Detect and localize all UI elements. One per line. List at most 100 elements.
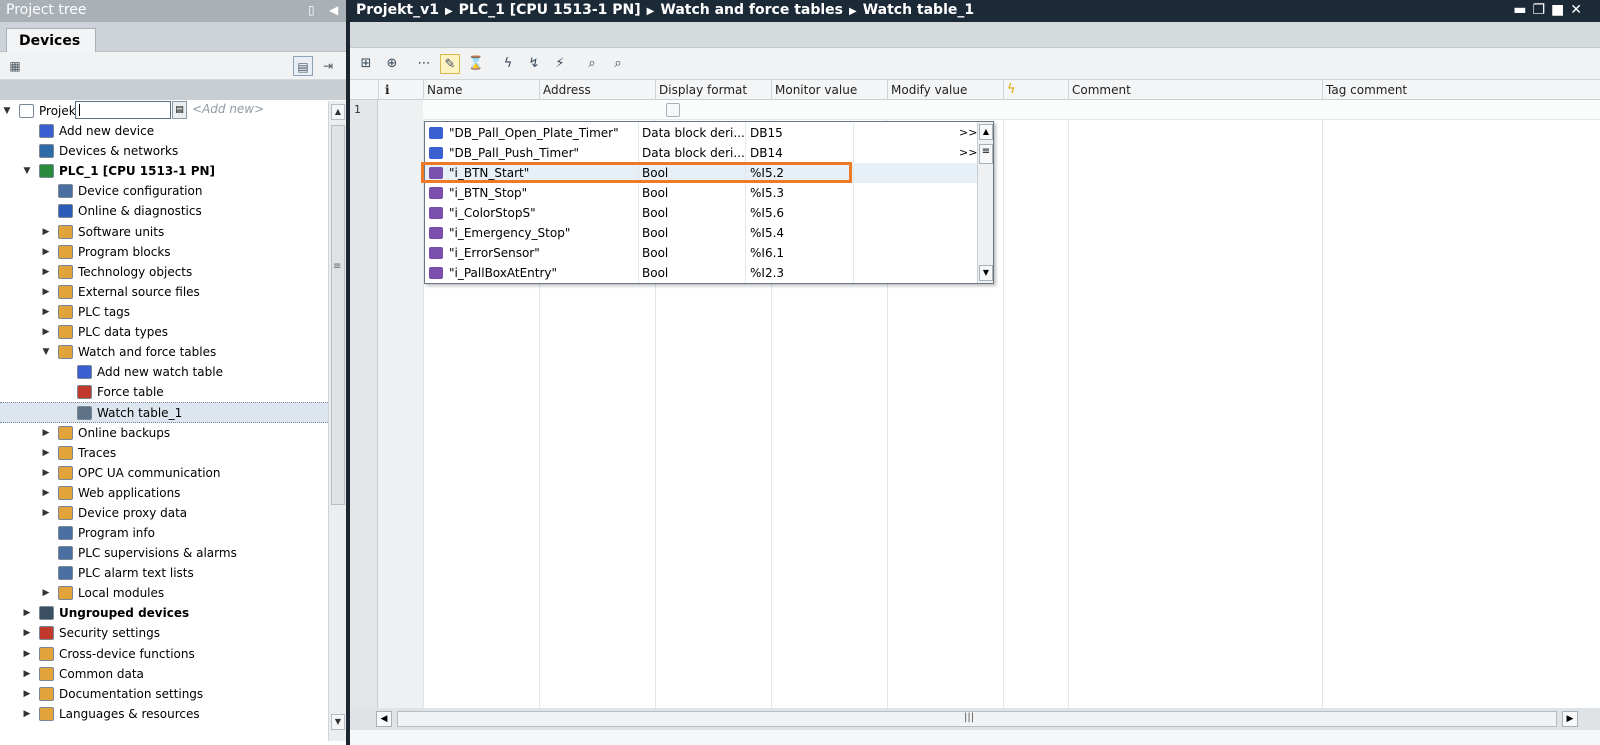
col-monitor-value[interactable]: Monitor value bbox=[771, 80, 887, 100]
force-icon[interactable]: ⚡ bbox=[550, 54, 570, 74]
tree-item[interactable]: ▶ Documentation settings bbox=[0, 684, 328, 704]
col-comment[interactable]: Comment bbox=[1068, 80, 1322, 100]
tag-list-item[interactable]: "i_Emergency_Stop" Bool %I5.4 bbox=[425, 223, 977, 243]
tree-item[interactable]: ▶ Cross-device functions bbox=[0, 644, 328, 664]
tree-item[interactable]: Add new watch table bbox=[0, 362, 328, 382]
collapsed-arrow-icon[interactable]: ▶ bbox=[41, 503, 51, 523]
minimize-icon[interactable]: ▬ bbox=[1513, 2, 1532, 18]
maximize-icon[interactable]: ■ bbox=[1551, 2, 1570, 18]
tree-item[interactable]: ▶ Device proxy data bbox=[0, 503, 328, 523]
tree-item[interactable]: ▶ Software units bbox=[0, 222, 328, 242]
modify-trigger-icon[interactable]: ↯ bbox=[524, 54, 544, 74]
collapse-icon[interactable]: ◀ bbox=[329, 3, 338, 17]
breadcrumb-2[interactable]: Watch and force tables bbox=[660, 2, 843, 18]
tree-item[interactable]: Force table bbox=[0, 382, 328, 402]
breadcrumb-0[interactable]: Projekt_v1 bbox=[356, 2, 439, 18]
tree-item[interactable]: ▼ PLC_1 [CPU 1513-1 PN] bbox=[0, 161, 328, 181]
dropdown-scroll-down-icon[interactable]: ▼ bbox=[979, 265, 993, 281]
expanded-arrow-icon[interactable]: ▼ bbox=[22, 161, 32, 181]
tree-settings-icon[interactable]: ▦ bbox=[5, 56, 25, 76]
tag-list-item[interactable]: "i_BTN_Stop" Bool %I5.3 bbox=[425, 183, 977, 203]
tree-item[interactable]: Watch table_1 bbox=[0, 402, 328, 423]
tree-item[interactable]: ▶ Security settings bbox=[0, 623, 328, 643]
collapsed-arrow-icon[interactable]: ▶ bbox=[22, 684, 32, 704]
scroll-down-icon[interactable]: ▼ bbox=[331, 714, 345, 730]
collapsed-arrow-icon[interactable]: ▶ bbox=[41, 463, 51, 483]
horizontal-scrollbar[interactable]: ◀ ||| ▶ bbox=[350, 708, 1600, 730]
dropdown-scrollbar[interactable]: ▲ ≡ ▼ bbox=[977, 122, 993, 283]
tab-devices[interactable]: Devices bbox=[6, 28, 96, 53]
tree-item[interactable]: PLC alarm text lists bbox=[0, 563, 328, 583]
tree-scrollbar[interactable]: ▲ ≡ ▼ bbox=[328, 101, 346, 741]
collapsed-arrow-icon[interactable]: ▶ bbox=[41, 282, 51, 302]
collapsed-arrow-icon[interactable]: ▶ bbox=[41, 322, 51, 342]
tree-item[interactable]: ▼ Watch and force tables bbox=[0, 342, 328, 362]
more-button[interactable]: >> bbox=[959, 123, 977, 143]
add-new-placeholder[interactable]: <Add new> bbox=[192, 102, 264, 116]
close-icon[interactable]: ✕ bbox=[1570, 2, 1588, 18]
tree-item[interactable]: ▶ Common data bbox=[0, 664, 328, 684]
collapsed-arrow-icon[interactable]: ▶ bbox=[22, 664, 32, 684]
tag-list-item[interactable]: "i_ErrorSensor" Bool %I6.1 bbox=[425, 243, 977, 263]
tree-item[interactable]: ▶ Web applications bbox=[0, 483, 328, 503]
tag-list-item[interactable]: "DB_Pall_Push_Timer" Data block deri... DB… bbox=[425, 143, 977, 163]
tree-item[interactable]: ▶ Traces bbox=[0, 443, 328, 463]
scroll-left-icon[interactable]: ◀ bbox=[376, 711, 392, 727]
tag-list-item[interactable]: "i_PallBoxAtEntry" Bool %I2.3 bbox=[425, 263, 977, 283]
collapsed-arrow-icon[interactable]: ▶ bbox=[41, 483, 51, 503]
collapsed-arrow-icon[interactable]: ▶ bbox=[41, 423, 51, 443]
table-row[interactable] bbox=[423, 100, 1600, 120]
modify-now-icon[interactable]: ϟ bbox=[498, 54, 518, 74]
name-input[interactable] bbox=[75, 101, 171, 119]
tag-list-button[interactable]: ▤ bbox=[172, 101, 187, 119]
collapsed-arrow-icon[interactable]: ▶ bbox=[41, 583, 51, 603]
scroll-up-icon[interactable]: ▲ bbox=[331, 104, 345, 120]
tree-item[interactable]: Device configuration bbox=[0, 181, 328, 201]
monitor-all-icon[interactable]: ⌕ bbox=[582, 54, 602, 74]
overview-icon[interactable]: ▤ bbox=[293, 56, 313, 76]
scroll-thumb[interactable] bbox=[331, 125, 345, 505]
collapsed-arrow-icon[interactable]: ▶ bbox=[41, 443, 51, 463]
tree-item[interactable]: ▶ External source files bbox=[0, 282, 328, 302]
tree-item[interactable]: Add new device bbox=[0, 121, 328, 141]
tree-item[interactable]: Program info bbox=[0, 523, 328, 543]
hscroll-thumb[interactable] bbox=[397, 711, 1557, 727]
col-tag-comment[interactable]: Tag comment bbox=[1322, 80, 1600, 100]
collapsed-arrow-icon[interactable]: ▶ bbox=[41, 242, 51, 262]
collapsed-arrow-icon[interactable]: ▶ bbox=[41, 222, 51, 242]
restore-icon[interactable]: ❐ bbox=[1532, 2, 1551, 18]
col-modify-value[interactable]: Modify value bbox=[887, 80, 1003, 100]
tree-item[interactable]: ▶ Languages & resources bbox=[0, 704, 328, 724]
tree-item[interactable]: PLC supervisions & alarms bbox=[0, 543, 328, 563]
collapsed-arrow-icon[interactable]: ▶ bbox=[22, 603, 32, 623]
export-icon[interactable]: ⇥ bbox=[318, 56, 338, 76]
breadcrumb-1[interactable]: PLC_1 [CPU 1513-1 PN] bbox=[459, 2, 641, 18]
tree-item[interactable]: ▶ Online backups bbox=[0, 423, 328, 443]
modify-icon[interactable]: ⋯ bbox=[414, 54, 434, 74]
collapsed-arrow-icon[interactable]: ▶ bbox=[22, 644, 32, 664]
tree-item[interactable]: ▶ OPC UA communication bbox=[0, 463, 328, 483]
tree-item[interactable]: ▶ Local modules bbox=[0, 583, 328, 603]
col-address[interactable]: Address bbox=[539, 80, 655, 100]
dropdown-scroll-up-icon[interactable]: ▲ bbox=[979, 124, 993, 140]
col-name[interactable]: Name bbox=[423, 80, 539, 100]
collapsed-arrow-icon[interactable]: ▶ bbox=[22, 704, 32, 724]
collapsed-arrow-icon[interactable]: ▶ bbox=[41, 262, 51, 282]
add-row-icon[interactable]: ⊕ bbox=[382, 54, 402, 74]
monitor-once-icon[interactable]: ⌛ bbox=[466, 54, 486, 74]
more-button[interactable]: >> bbox=[959, 143, 977, 163]
tree-item[interactable]: Devices & networks bbox=[0, 141, 328, 161]
monitor-now-icon[interactable]: ⌕ bbox=[608, 54, 628, 74]
insert-row-icon[interactable]: ⊞ bbox=[356, 54, 376, 74]
collapsed-arrow-icon[interactable]: ▶ bbox=[41, 302, 51, 322]
scroll-right-icon[interactable]: ▶ bbox=[1562, 711, 1578, 727]
tree-item[interactable]: ▶ Technology objects bbox=[0, 262, 328, 282]
tree-item[interactable]: Online & diagnostics bbox=[0, 201, 328, 221]
dropdown-scroll-thumb[interactable]: ≡ bbox=[979, 144, 993, 164]
pin-icon[interactable]: ▯ bbox=[308, 3, 315, 17]
tag-list-item[interactable]: "DB_Pall_Open_Plate_Timer" Data block der… bbox=[425, 123, 977, 143]
tree-item[interactable]: ▶ Program blocks bbox=[0, 242, 328, 262]
expanded-arrow-icon[interactable]: ▼ bbox=[2, 101, 12, 121]
show-all-icon[interactable]: ✎ bbox=[440, 54, 460, 74]
tag-list-item[interactable]: "i_ColorStopS" Bool %I5.6 bbox=[425, 203, 977, 223]
